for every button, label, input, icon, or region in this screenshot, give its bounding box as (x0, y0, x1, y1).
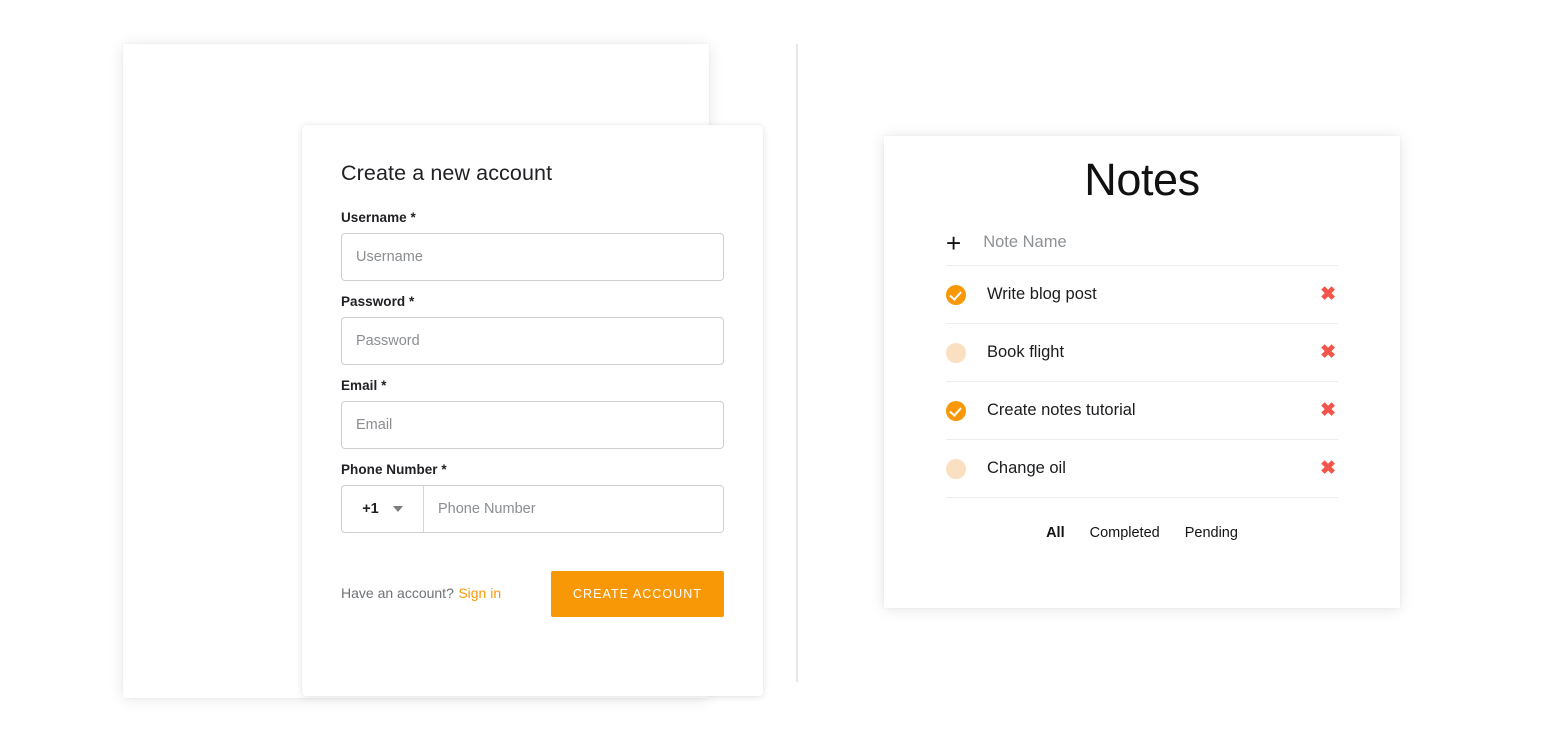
create-account-button[interactable]: CREATE ACCOUNT (550, 571, 724, 617)
filter-all[interactable]: All (1046, 525, 1065, 541)
list-item[interactable]: Change oil ✖ (946, 440, 1338, 499)
phone-number-input[interactable] (424, 486, 723, 532)
phone-label: Phone Number * (341, 462, 447, 477)
plus-icon[interactable]: + (946, 230, 961, 256)
filter-completed[interactable]: Completed (1090, 525, 1160, 541)
close-icon[interactable]: ✖ (1320, 343, 1338, 362)
field-email: Email * (341, 378, 724, 449)
email-label: Email * (341, 378, 387, 393)
note-text: Create notes tutorial (987, 401, 1136, 420)
have-account-label: Have an account? (341, 585, 454, 601)
note-name-input[interactable] (983, 233, 1338, 253)
field-phone: Phone Number * +1 (341, 462, 724, 533)
page-title: Create a new account (341, 161, 553, 185)
country-code-value: +1 (362, 501, 379, 517)
check-circle-icon[interactable] (946, 400, 966, 421)
field-username: Username * (341, 210, 724, 281)
field-password: Password * (341, 294, 724, 365)
password-label: Password * (341, 294, 415, 309)
notes-card: Notes + Write blog post ✖ Book flight ✖ … (884, 136, 1400, 608)
list-item[interactable]: Write blog post ✖ (946, 266, 1338, 325)
note-text: Change oil (987, 459, 1066, 478)
signup-card: Create a new account Username * Password… (302, 125, 763, 696)
vertical-divider (796, 44, 798, 682)
list-item[interactable]: Book flight ✖ (946, 324, 1338, 383)
notes-title: Notes (1084, 154, 1200, 205)
have-account-text: Have an account? Sign in (341, 585, 501, 603)
filter-pending[interactable]: Pending (1185, 525, 1238, 541)
note-text: Write blog post (987, 285, 1097, 304)
country-code-select[interactable]: +1 (342, 486, 424, 532)
check-circle-icon[interactable] (946, 458, 966, 479)
chevron-down-icon (392, 506, 403, 512)
password-input[interactable] (341, 317, 724, 365)
username-label: Username * (341, 210, 416, 225)
username-input[interactable] (341, 233, 724, 281)
sign-in-link[interactable]: Sign in (458, 585, 501, 601)
app-root: Create a new account Username * Password… (0, 0, 1551, 746)
check-circle-icon[interactable] (946, 342, 966, 363)
check-circle-icon[interactable] (946, 284, 966, 305)
close-icon[interactable]: ✖ (1320, 401, 1338, 420)
close-icon[interactable]: ✖ (1320, 285, 1338, 304)
note-text: Book flight (987, 343, 1065, 362)
list-item[interactable]: Create notes tutorial ✖ (946, 382, 1338, 441)
email-input[interactable] (341, 401, 724, 449)
close-icon[interactable]: ✖ (1320, 459, 1338, 478)
notes-filters: All Completed Pending (946, 525, 1338, 541)
add-note-row: + (946, 220, 1338, 267)
phone-row: +1 (341, 485, 724, 533)
signup-panel: Create a new account Username * Password… (123, 44, 763, 698)
signup-footer: Have an account? Sign in CREATE ACCOUNT (341, 571, 724, 617)
